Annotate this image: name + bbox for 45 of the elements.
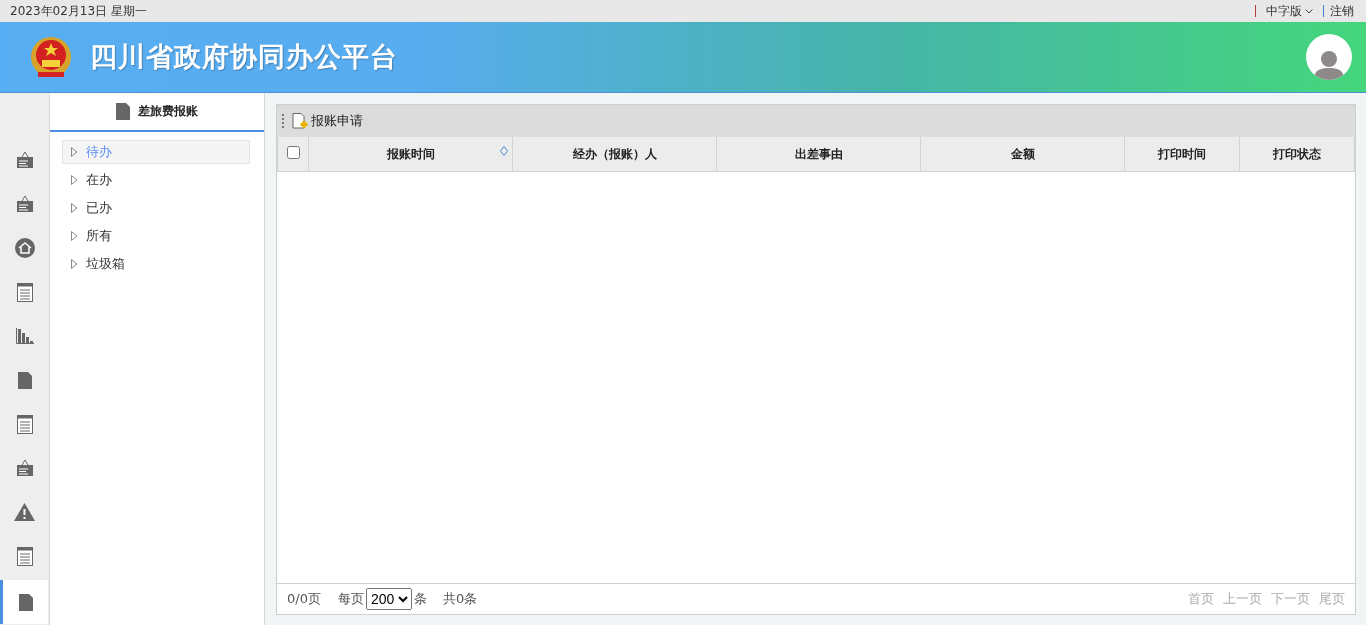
notepad-icon xyxy=(16,546,33,566)
new-claim-button[interactable]: 报账申请 xyxy=(290,112,365,130)
per-page-unit: 条 xyxy=(413,590,427,608)
tree-item[interactable]: 垃圾箱 xyxy=(62,252,250,276)
warning-icon xyxy=(14,503,35,521)
date-text: 2023年02月13日 星期一 xyxy=(10,2,147,20)
home-icon xyxy=(14,238,35,258)
signboard-icon xyxy=(15,151,34,169)
triangle-right-icon xyxy=(71,175,78,185)
triangle-right-icon xyxy=(71,231,78,241)
sort-icon[interactable] xyxy=(500,146,508,156)
page-size-select[interactable]: 200 xyxy=(365,588,412,610)
bar-chart-icon xyxy=(15,328,34,344)
signboard-icon xyxy=(15,459,34,477)
notepad-icon xyxy=(16,414,33,434)
logout-link[interactable]: 注销 xyxy=(1330,2,1354,20)
tree-item[interactable]: 已办 xyxy=(62,196,250,220)
notepad-icon xyxy=(16,282,33,302)
per-page-label: 每页 xyxy=(337,590,364,608)
file-icon xyxy=(18,593,33,611)
column-header: 打印时间 xyxy=(1158,146,1206,161)
tree-item[interactable]: 在办 xyxy=(62,168,250,192)
triangle-right-icon xyxy=(71,259,78,269)
select-all-checkbox[interactable] xyxy=(286,146,300,159)
page-info: 0/0页 xyxy=(287,590,321,608)
chevron-down-icon xyxy=(1305,8,1313,14)
nav-rail-item[interactable] xyxy=(0,580,48,624)
emblem-icon xyxy=(30,34,72,80)
add-document-icon xyxy=(292,113,309,129)
triangle-right-icon xyxy=(71,147,78,157)
tree-item[interactable]: 所有 xyxy=(62,224,250,248)
column-header: 报账时间 xyxy=(386,146,435,161)
triangle-right-icon xyxy=(71,203,78,213)
column-header: 经办（报账）人 xyxy=(572,146,657,161)
user-avatar[interactable] xyxy=(1306,34,1352,80)
language-dropdown[interactable]: 中字版 xyxy=(1262,2,1317,20)
column-header: 金额 xyxy=(1010,146,1035,161)
platform-title: 四川省政府协同办公平台 xyxy=(90,40,399,74)
column-header: 打印状态 xyxy=(1273,146,1321,161)
total-count: 共0条 xyxy=(442,590,478,608)
column-header: 出差事由 xyxy=(794,146,843,161)
signboard-icon xyxy=(15,195,34,213)
panel-title: 差旅费报账 xyxy=(138,103,198,120)
file-icon xyxy=(116,103,130,120)
file-icon xyxy=(17,371,32,389)
